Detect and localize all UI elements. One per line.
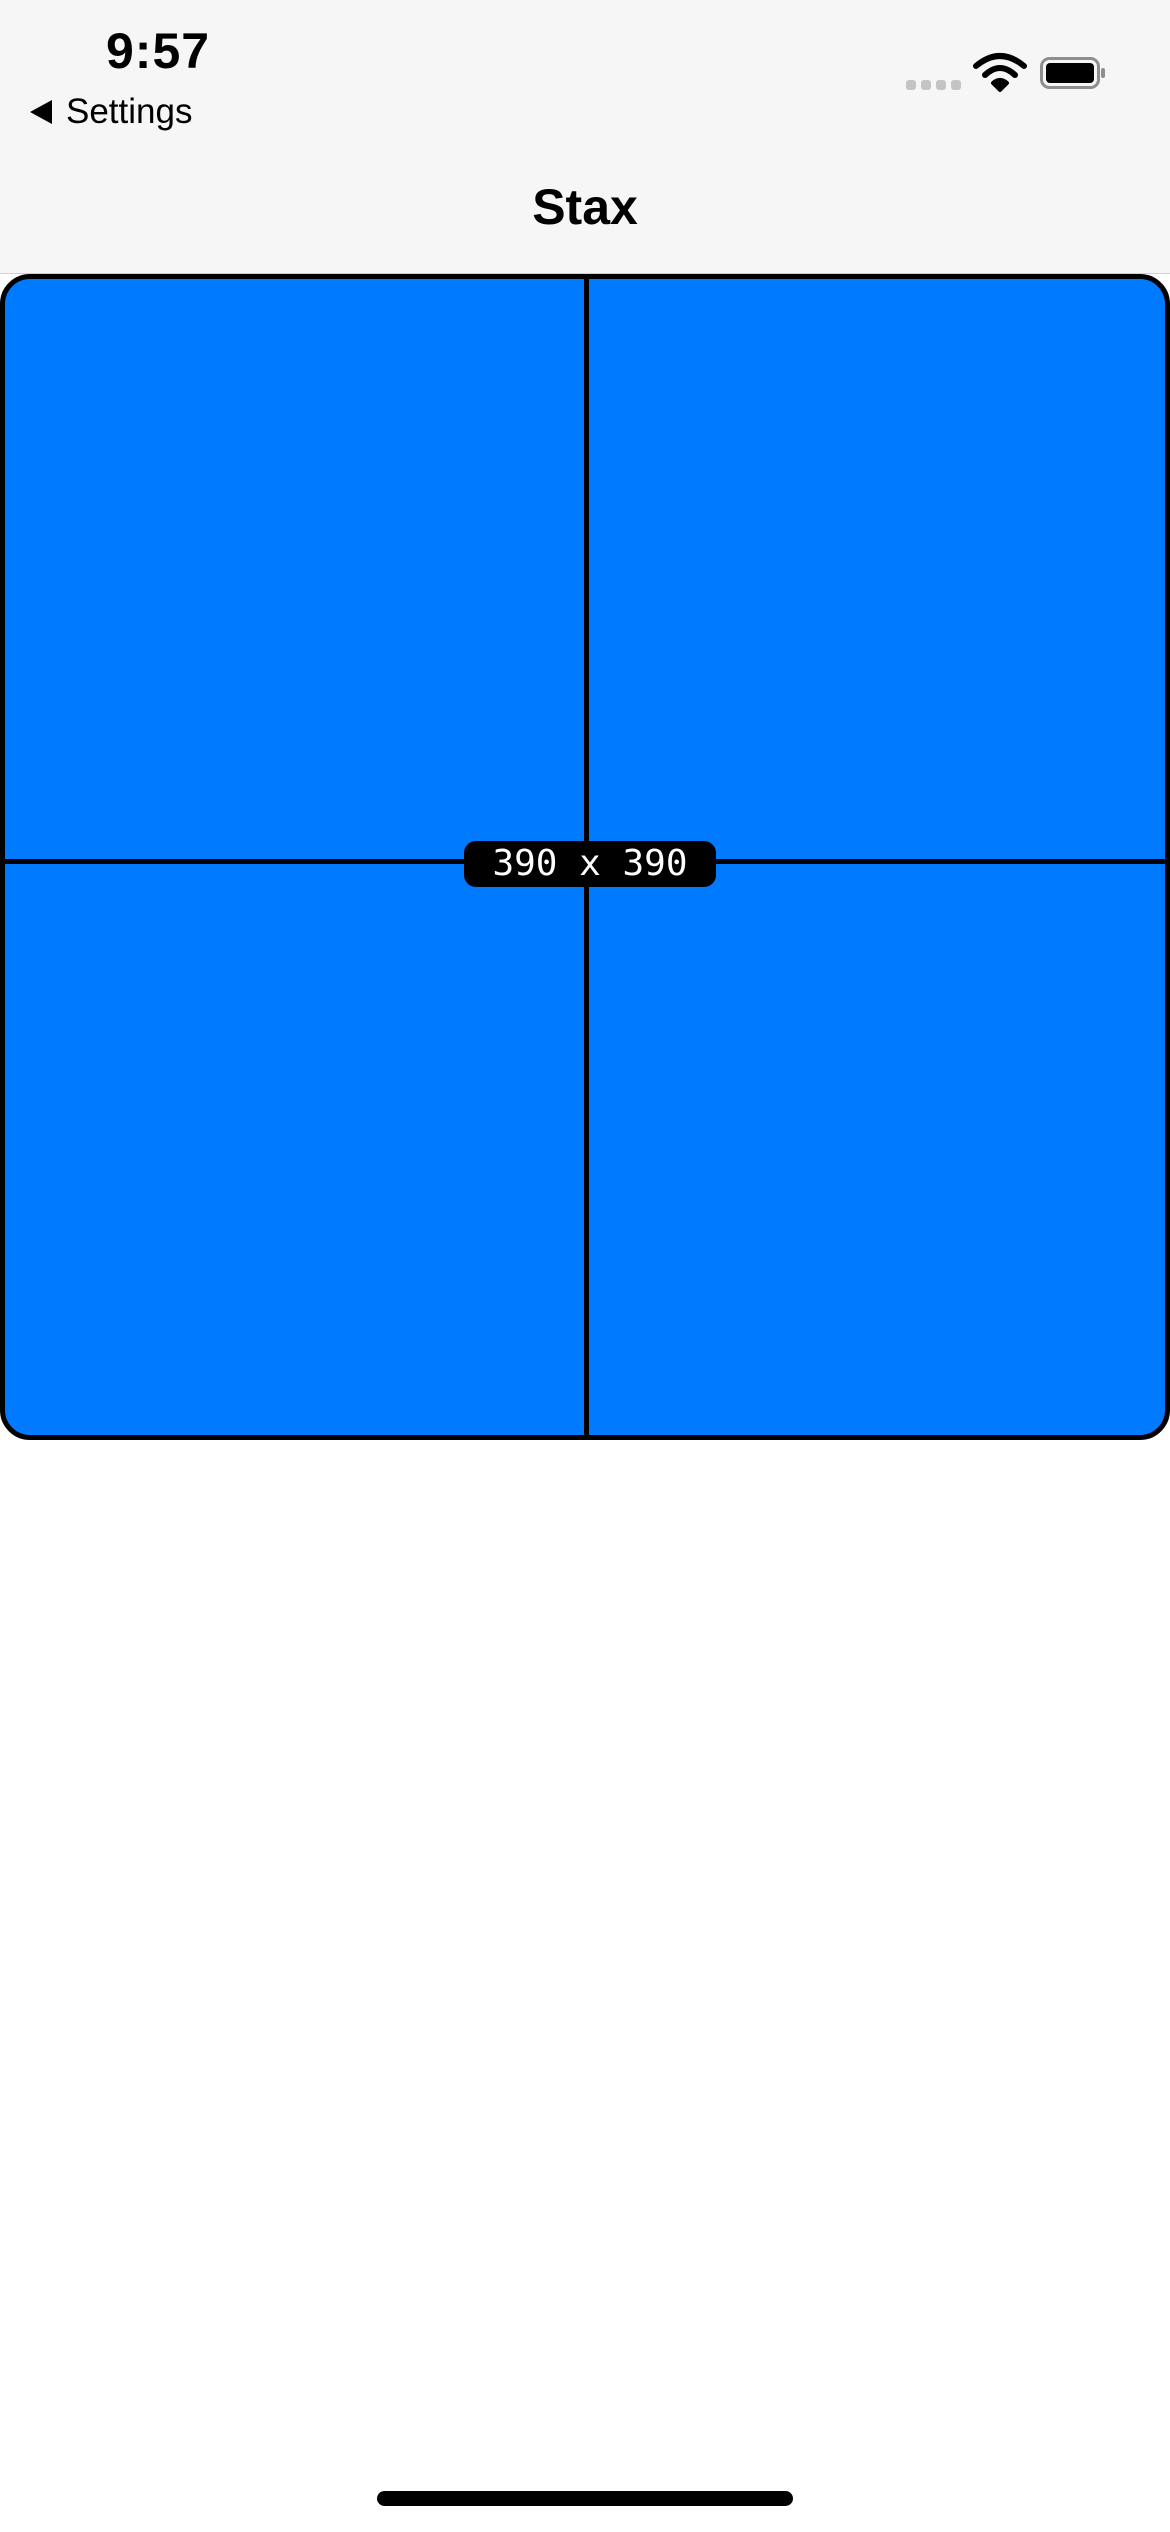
page-title: Stax (532, 179, 638, 235)
stack-canvas[interactable]: 390 x 390 (0, 274, 1170, 1440)
wifi-icon (973, 53, 1027, 92)
app-screen: 9:57 Settings Stax 390 x 390 (0, 0, 1170, 2532)
home-indicator[interactable] (377, 2491, 793, 2506)
back-arrow-icon (30, 100, 52, 124)
cellular-signal-icon (906, 80, 961, 90)
dimension-label: 390 x 390 (464, 841, 716, 887)
back-button[interactable]: Settings (30, 88, 192, 136)
status-time: 9:57 (106, 23, 211, 79)
navigation-bar: 9:57 Settings Stax (0, 0, 1170, 274)
battery-icon (1040, 57, 1105, 89)
back-button-label: Settings (66, 92, 193, 131)
